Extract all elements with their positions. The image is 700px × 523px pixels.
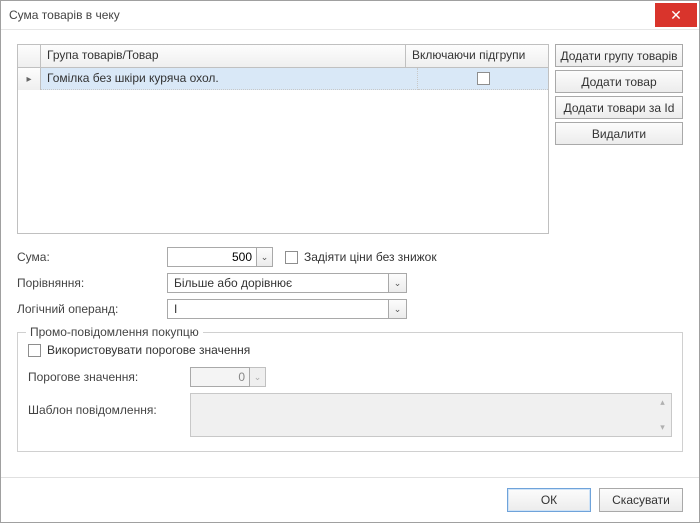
threshold-spinner: ⌄ <box>250 367 266 387</box>
no-discount-check-wrap[interactable]: Задіяти ціни без знижок <box>285 250 437 264</box>
chevron-down-icon: ⌄ <box>394 304 402 315</box>
chevron-down-icon: ⌄ <box>394 278 402 289</box>
window-title: Сума товарів в чеку <box>9 8 655 22</box>
close-button[interactable]: ✕ <box>655 3 697 27</box>
use-threshold-label: Використовувати порогове значення <box>47 343 250 357</box>
sum-row: Сума: ⌄ Задіяти ціни без знижок <box>17 246 683 268</box>
sum-label: Сума: <box>17 250 167 264</box>
table-row[interactable]: ▸ Гомілка без шкіри куряча охол. <box>18 68 548 90</box>
row-indicator-icon: ▸ <box>18 68 41 90</box>
row-subgroups-cell[interactable] <box>418 68 548 90</box>
template-textarea: ▴ ▾ <box>190 393 672 437</box>
form-area: Сума: ⌄ Задіяти ціни без знижок Порівнян… <box>17 246 683 324</box>
operand-row: Логічний операнд: І ⌄ <box>17 298 683 320</box>
grid-header: Група товарів/Товар Включаючи підгрупи <box>18 45 548 68</box>
top-area: Група товарів/Товар Включаючи підгрупи ▸… <box>17 44 683 234</box>
operand-combo-arrow[interactable]: ⌄ <box>388 300 406 318</box>
row-name-cell[interactable]: Гомілка без шкіри куряча охол. <box>41 68 418 90</box>
compare-combo-arrow[interactable]: ⌄ <box>388 274 406 292</box>
template-row: Шаблон повідомлення: ▴ ▾ <box>28 393 672 437</box>
add-group-button[interactable]: Додати групу товарів <box>555 44 683 67</box>
add-by-id-button[interactable]: Додати товари за Id <box>555 96 683 119</box>
grid-selector-header <box>18 45 41 67</box>
grid-body: ▸ Гомілка без шкіри куряча охол. <box>18 68 548 234</box>
threshold-row: Порогове значення: ⌄ <box>28 367 672 387</box>
close-icon: ✕ <box>670 7 682 24</box>
template-label: Шаблон повідомлення: <box>28 393 190 417</box>
template-scrollbar: ▴ ▾ <box>654 394 671 436</box>
compare-row: Порівняння: Більше або дорівнює ⌄ <box>17 272 683 294</box>
content-area: Група товарів/Товар Включаючи підгрупи ▸… <box>1 30 699 477</box>
operand-value: І <box>168 302 388 316</box>
items-grid[interactable]: Група товарів/Товар Включаючи підгрупи ▸… <box>17 44 549 234</box>
no-discount-label: Задіяти ціни без знижок <box>304 250 437 264</box>
threshold-input <box>190 367 250 387</box>
sum-spinner[interactable]: ⌄ <box>257 247 273 267</box>
promo-legend: Промо-повідомлення покупцю <box>26 325 203 339</box>
use-threshold-row[interactable]: Використовувати порогове значення <box>28 343 672 357</box>
promo-groupbox: Промо-повідомлення покупцю Використовува… <box>17 332 683 452</box>
titlebar: Сума товарів в чеку ✕ <box>1 1 699 30</box>
scroll-down-icon: ▾ <box>654 419 671 436</box>
cancel-button[interactable]: Скасувати <box>599 488 683 512</box>
add-item-button[interactable]: Додати товар <box>555 70 683 93</box>
scroll-up-icon: ▴ <box>654 394 671 411</box>
ok-button[interactable]: ОК <box>507 488 591 512</box>
use-threshold-checkbox[interactable] <box>28 344 41 357</box>
delete-button[interactable]: Видалити <box>555 122 683 145</box>
operand-combo[interactable]: І ⌄ <box>167 299 407 319</box>
footer: ОК Скасувати <box>1 477 699 522</box>
threshold-label: Порогове значення: <box>28 370 190 384</box>
no-discount-checkbox[interactable] <box>285 251 298 264</box>
grid-col-subgroups[interactable]: Включаючи підгрупи <box>406 45 548 67</box>
compare-combo[interactable]: Більше або дорівнює ⌄ <box>167 273 407 293</box>
sum-input[interactable] <box>167 247 257 267</box>
chevron-down-icon: ⌄ <box>261 252 269 263</box>
operand-label: Логічний операнд: <box>17 302 167 316</box>
compare-value: Більше або дорівнює <box>168 276 388 290</box>
include-subgroups-checkbox[interactable] <box>477 72 490 85</box>
chevron-down-icon: ⌄ <box>254 372 262 383</box>
dialog-window: Сума товарів в чеку ✕ Група товарів/Това… <box>0 0 700 523</box>
compare-label: Порівняння: <box>17 276 167 290</box>
grid-col-group[interactable]: Група товарів/Товар <box>41 45 406 67</box>
side-buttons: Додати групу товарів Додати товар Додати… <box>555 44 683 234</box>
